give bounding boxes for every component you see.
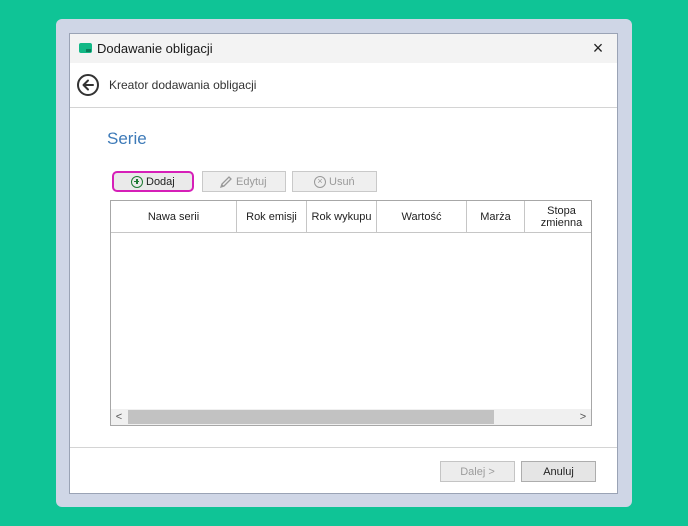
app-icon	[79, 43, 92, 53]
edit-button-label: Edytuj	[236, 175, 267, 188]
scrollbar-thumb[interactable]	[128, 410, 494, 424]
plus-circle-icon	[131, 175, 143, 188]
column-header-issue-year[interactable]: Rok emisji	[237, 201, 307, 232]
title-bar: Dodawanie obligacji ×	[70, 34, 617, 63]
x-circle-icon: ×	[314, 175, 326, 188]
cancel-button[interactable]: Anuluj	[521, 461, 596, 482]
footer-divider	[70, 447, 617, 448]
column-header-name[interactable]: Nawa serii	[111, 201, 237, 232]
wizard-title: Kreator dodawania obligacji	[109, 78, 257, 92]
column-header-value[interactable]: Wartość	[377, 201, 467, 232]
add-button-label: Dodaj	[146, 175, 175, 188]
grid-header: Nawa serii Rok emisji Rok wykupu Wartość…	[111, 201, 591, 233]
scroll-right-button[interactable]: >	[575, 409, 591, 425]
pencil-icon	[219, 175, 232, 188]
column-header-variable-rate[interactable]: Stopa zmienna	[525, 201, 591, 232]
delete-button-label: Usuń	[329, 175, 355, 188]
section-title: Serie	[107, 129, 147, 148]
add-button[interactable]: Dodaj	[112, 171, 194, 192]
dialog-window: Dodawanie obligacji × Kreator dodawania …	[69, 33, 618, 494]
window-title: Dodawanie obligacji	[97, 41, 213, 56]
scroll-left-button[interactable]: <	[111, 409, 127, 425]
next-button[interactable]: Dalej >	[440, 461, 515, 482]
delete-button[interactable]: × Usuń	[292, 171, 377, 192]
close-button[interactable]: ×	[587, 37, 609, 59]
wizard-header: Kreator dodawania obligacji	[70, 63, 617, 108]
series-grid[interactable]: Nawa serii Rok emisji Rok wykupu Wartość…	[110, 200, 592, 426]
horizontal-scrollbar[interactable]: < >	[111, 409, 591, 425]
edit-button[interactable]: Edytuj	[202, 171, 286, 192]
back-button[interactable]	[77, 74, 99, 96]
column-header-redemption-year[interactable]: Rok wykupu	[307, 201, 377, 232]
column-header-margin[interactable]: Marża	[467, 201, 525, 232]
arrow-left-icon	[82, 79, 94, 91]
